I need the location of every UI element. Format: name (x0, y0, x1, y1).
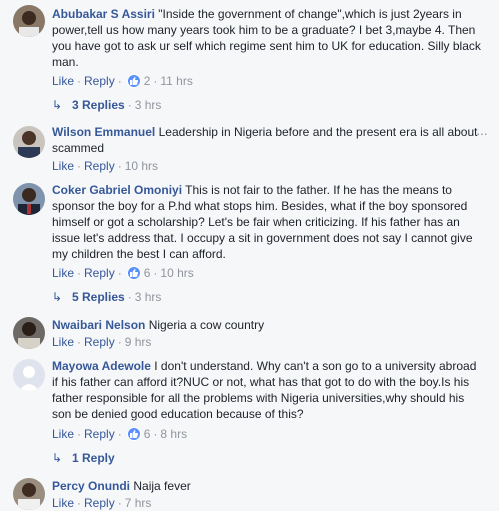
timestamp[interactable]: 10 hrs (125, 159, 158, 173)
comment-actions: Like · Reply · 10 hrs (52, 159, 159, 173)
reply-link[interactable]: Reply (84, 496, 115, 510)
view-replies[interactable]: ↳ 1 Reply (52, 450, 115, 466)
comment-text: Nigeria a cow country (148, 318, 265, 332)
comment-author[interactable]: Mayowa Adewole (52, 359, 151, 373)
replies-link[interactable]: 5 Replies (72, 290, 125, 304)
avatar[interactable] (13, 478, 45, 510)
reply-arrow-icon: ↳ (52, 98, 63, 112)
comment-author[interactable]: Abubakar S Assiri (52, 7, 155, 21)
comment-actions: Like · Reply · 9 hrs (52, 335, 152, 349)
comment-author[interactable]: Nwaibari Nelson (52, 318, 145, 332)
replies-link[interactable]: 3 Replies (72, 98, 125, 112)
view-replies[interactable]: ↳ 3 Replies · 3 hrs (52, 97, 161, 113)
comment-body: Abubakar S Assiri "Inside the government… (52, 6, 485, 70)
thumbs-up-icon (126, 74, 141, 88)
reply-link[interactable]: Reply (84, 335, 115, 349)
comment-body: Percy Onundi Naija fever (52, 478, 485, 494)
reply-arrow-icon: ↳ (52, 290, 63, 304)
like-link[interactable]: Like (52, 427, 74, 441)
comment-actions: Like · Reply · 6 · 10 hrs (52, 266, 194, 280)
reply-link[interactable]: Reply (84, 427, 115, 441)
reply-arrow-icon: ↳ (52, 451, 63, 465)
comment-actions: Like · Reply · 7 hrs (52, 496, 152, 510)
reply-link[interactable]: Reply (84, 74, 115, 88)
replies-time: 3 hrs (134, 290, 162, 304)
like-link[interactable]: Like (52, 335, 74, 349)
avatar[interactable] (13, 359, 45, 391)
comment-author[interactable]: Percy Onundi (52, 479, 130, 493)
like-link[interactable]: Like (52, 74, 74, 88)
comment-author[interactable]: Wilson Emmanuel (52, 125, 155, 139)
comment-author[interactable]: Coker Gabriel Omoniyi (52, 183, 182, 197)
replies-link[interactable]: 1 Reply (72, 451, 115, 465)
avatar[interactable] (13, 317, 45, 349)
comment-body: Wilson Emmanuel Leadership in Nigeria be… (52, 124, 479, 156)
timestamp[interactable]: 8 hrs (160, 427, 187, 441)
timestamp[interactable]: 11 hrs (160, 74, 192, 88)
replies-time: 3 hrs (134, 98, 162, 112)
avatar[interactable] (13, 126, 45, 158)
timestamp[interactable]: 10 hrs (160, 266, 193, 280)
thumbs-up-icon (126, 427, 141, 441)
comment-text: Naija fever (133, 479, 191, 493)
comment-body: Nwaibari Nelson Nigeria a cow country (52, 317, 485, 333)
comment-actions: Like · Reply · 6 · 8 hrs (52, 427, 188, 441)
timestamp[interactable]: 9 hrs (125, 335, 152, 349)
reply-link[interactable]: Reply (84, 266, 115, 280)
avatar[interactable] (13, 183, 45, 215)
avatar[interactable] (13, 5, 45, 37)
comment-body: Mayowa Adewole I don't understand. Why c… (52, 358, 485, 422)
reply-link[interactable]: Reply (84, 159, 115, 173)
timestamp[interactable]: 7 hrs (125, 496, 152, 510)
comment-body: Coker Gabriel Omoniyi This is not fair t… (52, 182, 485, 262)
like-link[interactable]: Like (52, 496, 74, 510)
view-replies[interactable]: ↳ 5 Replies · 3 hrs (52, 289, 161, 305)
thumbs-up-icon (126, 266, 141, 280)
like-link[interactable]: Like (52, 266, 74, 280)
comment-actions: Like · Reply · 2 · 11 hrs (52, 74, 193, 88)
like-link[interactable]: Like (52, 159, 74, 173)
